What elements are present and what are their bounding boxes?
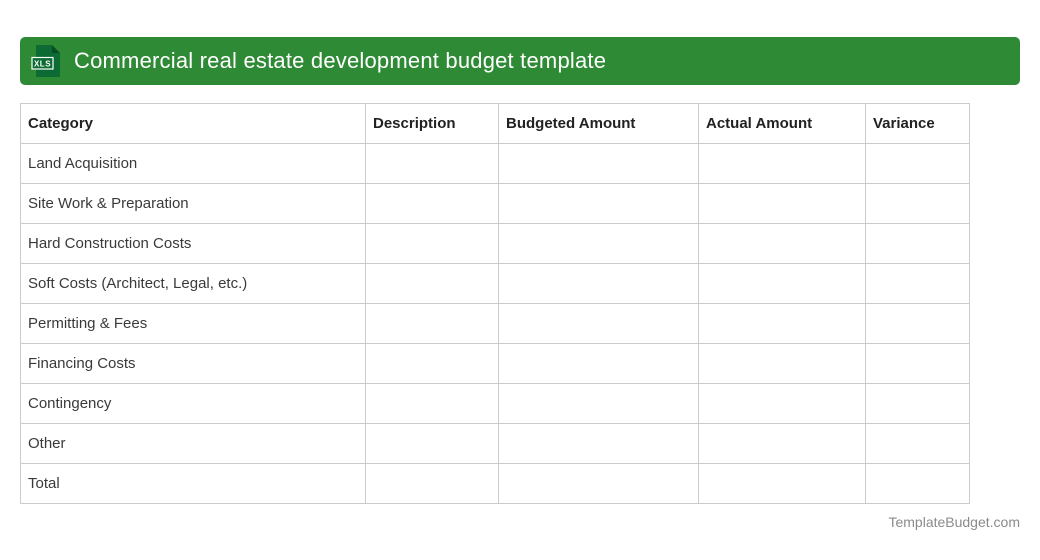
variance-cell: [865, 343, 970, 384]
table-body: Land Acquisition Site Work & Preparation H…: [20, 143, 970, 504]
table-row: Soft Costs (Architect, Legal, etc.): [20, 263, 970, 304]
column-header-description: Description: [365, 103, 499, 144]
table-row: Hard Construction Costs: [20, 223, 970, 264]
budget-table: Category Description Budgeted Amount Act…: [20, 103, 970, 504]
xls-file-icon: XLS: [31, 44, 61, 78]
variance-cell: [865, 223, 970, 264]
category-cell: Site Work & Preparation: [20, 183, 366, 224]
description-cell: [365, 303, 499, 344]
variance-cell: [865, 383, 970, 424]
description-cell: [365, 143, 499, 184]
actual-amount-cell: [698, 463, 866, 504]
column-header-variance: Variance: [865, 103, 970, 144]
budgeted-amount-cell: [498, 263, 699, 304]
table-row: Permitting & Fees: [20, 303, 970, 344]
budgeted-amount-cell: [498, 223, 699, 264]
category-cell: Land Acquisition: [20, 143, 366, 184]
budgeted-amount-cell: [498, 183, 699, 224]
variance-cell: [865, 423, 970, 464]
description-cell: [365, 423, 499, 464]
table-row: Contingency: [20, 383, 970, 424]
category-cell: Hard Construction Costs: [20, 223, 366, 264]
variance-cell: [865, 263, 970, 304]
column-header-budgeted-amount: Budgeted Amount: [498, 103, 699, 144]
category-cell: Total: [20, 463, 366, 504]
description-cell: [365, 263, 499, 304]
category-cell: Other: [20, 423, 366, 464]
table-row: Financing Costs: [20, 343, 970, 384]
category-cell: Financing Costs: [20, 343, 366, 384]
actual-amount-cell: [698, 143, 866, 184]
variance-cell: [865, 183, 970, 224]
table-row: Site Work & Preparation: [20, 183, 970, 224]
title-banner: XLS Commercial real estate development b…: [20, 37, 1020, 85]
actual-amount-cell: [698, 303, 866, 344]
budgeted-amount-cell: [498, 343, 699, 384]
column-header-actual-amount: Actual Amount: [698, 103, 866, 144]
page-title: Commercial real estate development budge…: [74, 48, 607, 73]
actual-amount-cell: [698, 343, 866, 384]
actual-amount-cell: [698, 223, 866, 264]
table-header-row: Category Description Budgeted Amount Act…: [20, 103, 970, 144]
budgeted-amount-cell: [498, 383, 699, 424]
budgeted-amount-cell: [498, 463, 699, 504]
site-credit: TemplateBudget.com: [888, 514, 1020, 530]
variance-cell: [865, 143, 970, 184]
table-row: Land Acquisition: [20, 143, 970, 184]
actual-amount-cell: [698, 263, 866, 304]
category-cell: Contingency: [20, 383, 366, 424]
description-cell: [365, 383, 499, 424]
category-cell: Permitting & Fees: [20, 303, 366, 344]
svg-text:XLS: XLS: [34, 60, 51, 69]
table-row: Other: [20, 423, 970, 464]
table-row: Total: [20, 463, 970, 504]
budget-table-container: Category Description Budgeted Amount Act…: [20, 103, 970, 504]
actual-amount-cell: [698, 423, 866, 464]
variance-cell: [865, 303, 970, 344]
budgeted-amount-cell: [498, 303, 699, 344]
category-cell: Soft Costs (Architect, Legal, etc.): [20, 263, 366, 304]
column-header-category: Category: [20, 103, 366, 144]
actual-amount-cell: [698, 383, 866, 424]
variance-cell: [865, 463, 970, 504]
budgeted-amount-cell: [498, 423, 699, 464]
description-cell: [365, 463, 499, 504]
description-cell: [365, 183, 499, 224]
description-cell: [365, 223, 499, 264]
budgeted-amount-cell: [498, 143, 699, 184]
description-cell: [365, 343, 499, 384]
actual-amount-cell: [698, 183, 866, 224]
